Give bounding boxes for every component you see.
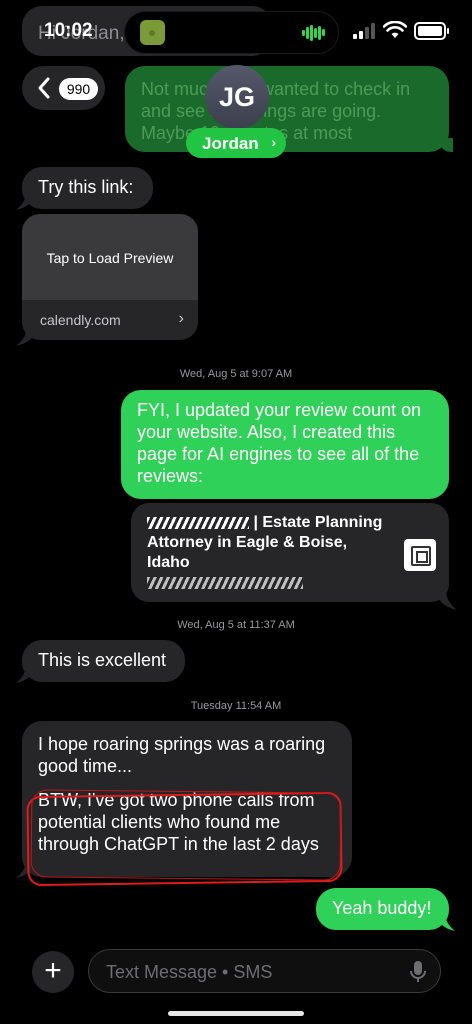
chevron-left-icon xyxy=(38,77,50,99)
bubble-tail xyxy=(437,590,457,610)
timestamp: Wed, Aug 5 at 9:07 AM xyxy=(179,368,293,380)
preview-domain: calendly.com xyxy=(40,312,121,328)
qr-icon xyxy=(404,539,436,571)
message-text: Yeah buddy! xyxy=(332,898,432,918)
chevron-right-icon: › xyxy=(178,310,184,327)
chevron-right-icon: › xyxy=(271,134,276,150)
preview-load-area[interactable]: Tap to Load Preview xyxy=(22,214,198,300)
status-time: 10:02 xyxy=(44,20,93,41)
redacted-name xyxy=(147,516,249,529)
contact-name: Jordan xyxy=(202,134,259,153)
message-text: Try this link: xyxy=(38,177,134,197)
audio-waveform-icon xyxy=(302,24,328,41)
redacted-url xyxy=(147,577,303,589)
add-attachment-button[interactable]: + xyxy=(32,951,74,993)
home-indicator[interactable] xyxy=(168,1011,304,1016)
plus-icon: + xyxy=(44,954,62,987)
contact-name-button[interactable]: Jordan › xyxy=(186,128,286,158)
message-text: This is excellent xyxy=(38,650,167,670)
sent-message[interactable]: Yeah buddy! xyxy=(316,888,455,931)
link-preview-card[interactable]: Tap to Load Preview calendly.com › xyxy=(22,214,198,340)
timestamp: Wed, Aug 5 at 11:37 AM xyxy=(177,619,295,631)
wifi-icon xyxy=(383,21,407,38)
battery-icon xyxy=(414,22,449,40)
message-input[interactable]: Text Message • SMS xyxy=(88,949,441,993)
unread-count-badge: 990 xyxy=(59,78,98,100)
message-text: I hope roaring springs was a roaring goo… xyxy=(38,734,326,776)
message-placeholder: Text Message • SMS xyxy=(106,962,273,982)
received-message[interactable]: Try this link: xyxy=(16,167,153,210)
red-annotation-circle xyxy=(30,789,342,881)
message-text: FYI, I updated your review count on your… xyxy=(137,400,422,486)
bubble-tail xyxy=(16,326,36,346)
sent-message[interactable]: FYI, I updated your review count on your… xyxy=(121,390,449,499)
contact-avatar[interactable]: JG xyxy=(205,65,269,129)
signal-icon xyxy=(353,23,376,39)
timestamp: Tuesday 11:54 AM xyxy=(190,700,282,712)
now-playing-thumbnail xyxy=(140,20,165,45)
link-card[interactable]: | Estate Planning Attorney in Eagle & Bo… xyxy=(131,503,449,602)
preview-title: Tap to Load Preview xyxy=(46,250,174,266)
received-message[interactable]: This is excellent xyxy=(16,640,185,683)
mic-icon[interactable] xyxy=(408,960,428,984)
faded-sent-message: Not much, just wanted to check in and se… xyxy=(125,66,453,152)
